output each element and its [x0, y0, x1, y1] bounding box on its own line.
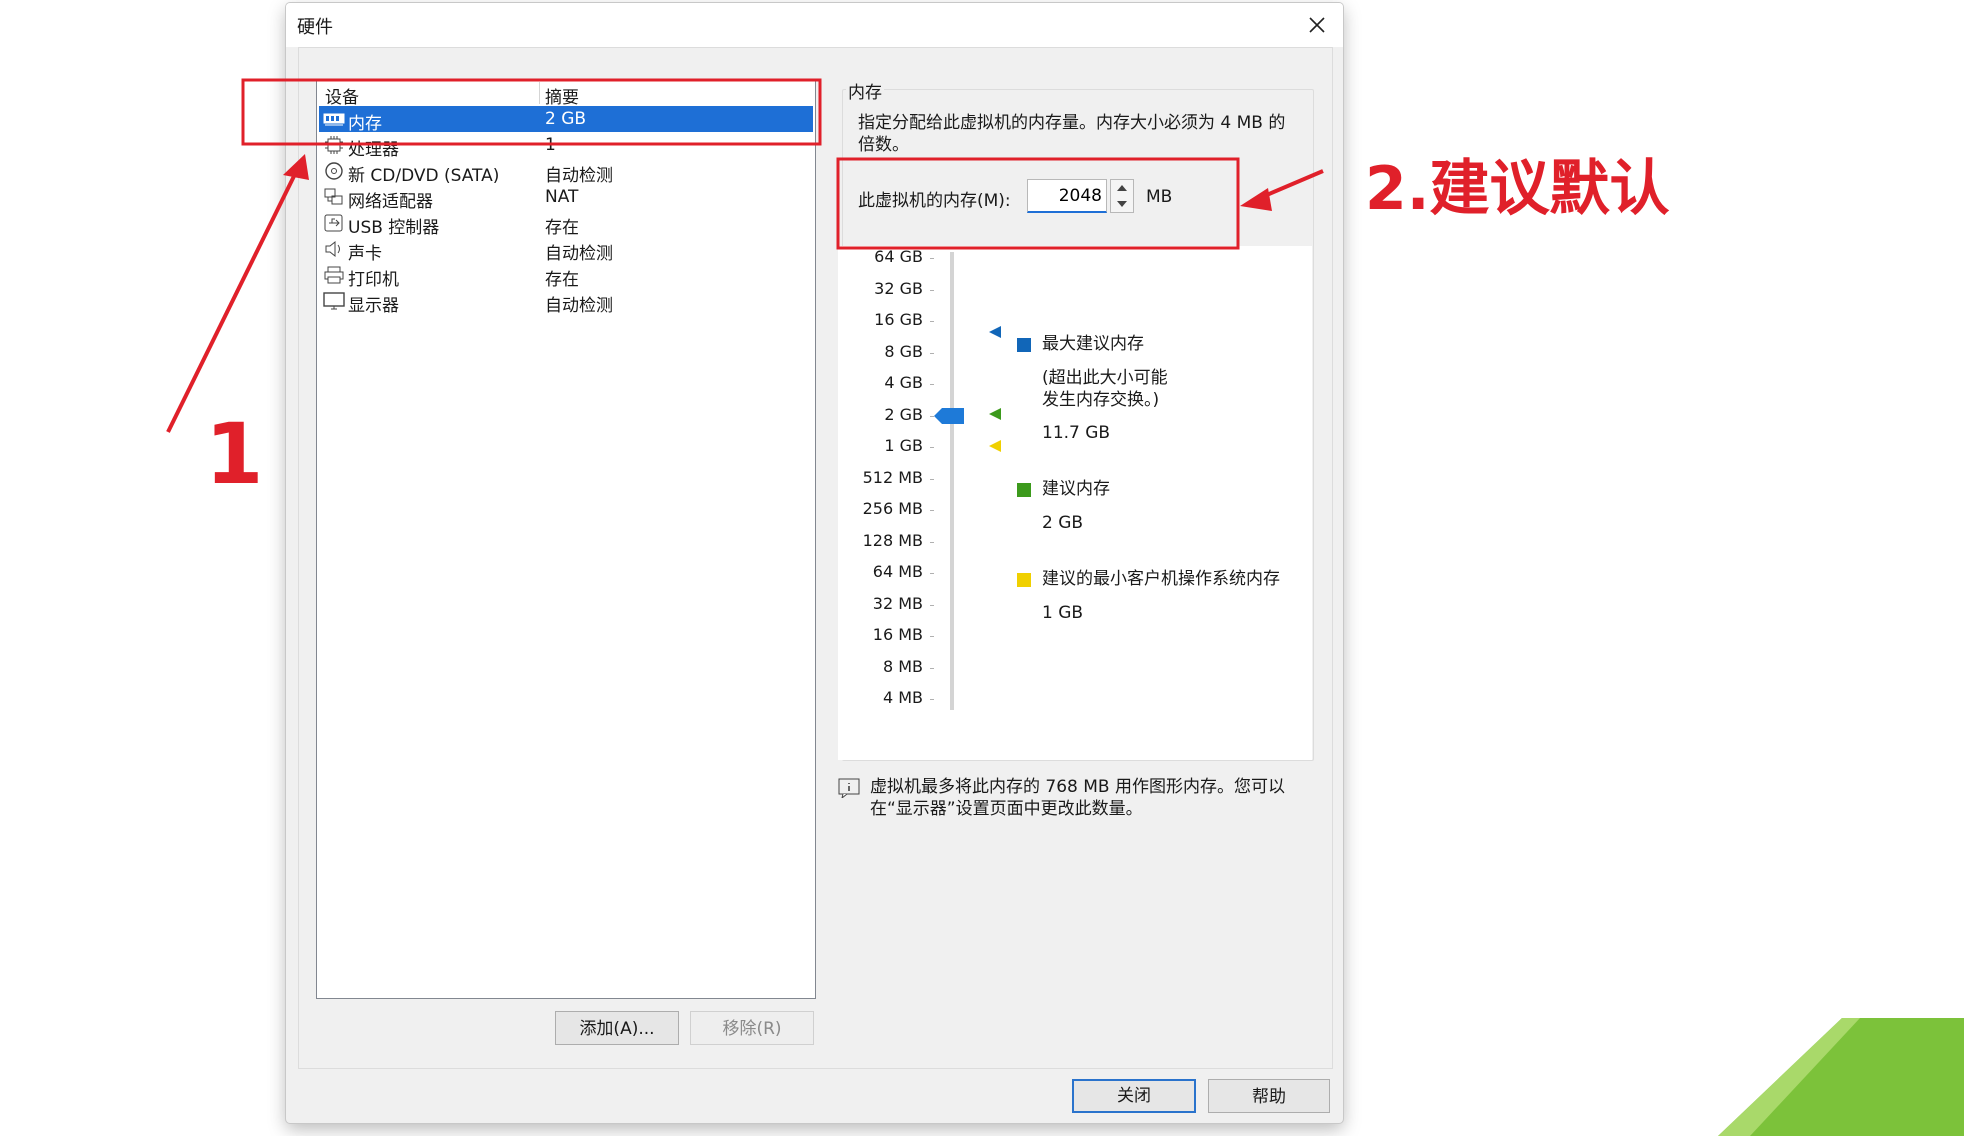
- annotation-arrow-2: [1240, 169, 1324, 211]
- annotation-step-1: 1: [205, 405, 264, 503]
- annotation-box-device: [241, 78, 822, 146]
- annotation-box-memory: [836, 157, 1240, 250]
- annotation-step-2: 2.建议默认: [1365, 154, 1670, 224]
- annotation-arrow-1: [166, 154, 309, 433]
